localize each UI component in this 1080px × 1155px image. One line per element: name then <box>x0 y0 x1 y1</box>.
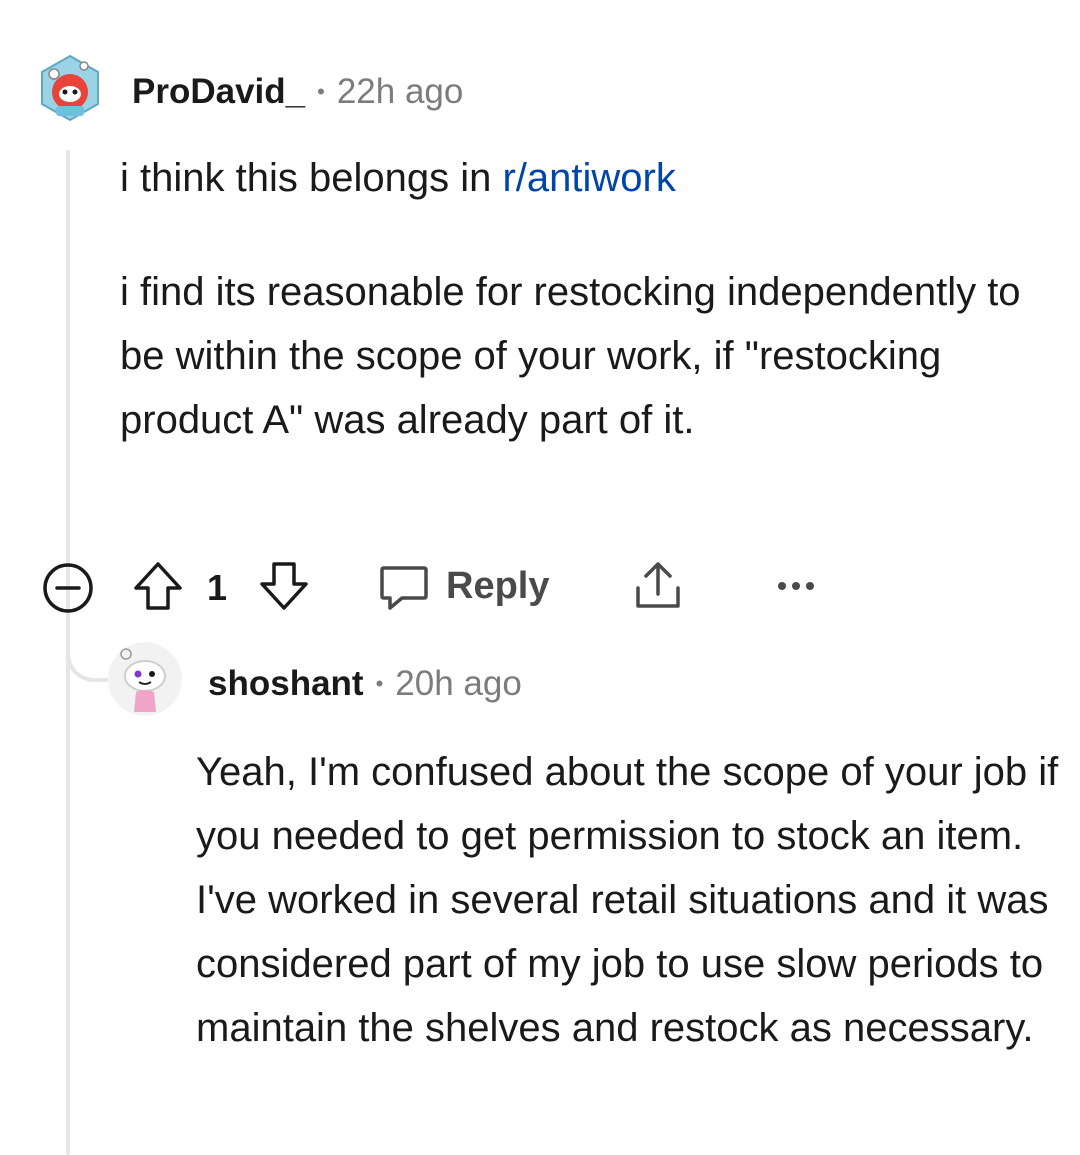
reply-body: Yeah, I'm confused about the scope of yo… <box>196 750 1059 1050</box>
reply-button[interactable]: Reply <box>376 556 556 616</box>
avatar[interactable] <box>108 642 182 716</box>
more-dots-icon <box>778 582 814 590</box>
separator-dot: • <box>375 671 384 696</box>
share-icon <box>636 562 680 608</box>
more-options-button[interactable] <box>766 556 826 616</box>
reply-branch-line <box>66 620 108 682</box>
reply-bubble-icon <box>380 566 428 610</box>
upvote-button[interactable] <box>128 556 188 616</box>
collapse-icon <box>43 563 93 613</box>
reply-label: Reply <box>446 564 550 607</box>
avatar[interactable] <box>34 52 106 124</box>
downvote-button[interactable] <box>254 556 314 616</box>
comment-header: ProDavid_ • 22h ago <box>132 70 463 114</box>
comment-paragraph: i find its reasonable for restocking ind… <box>120 270 1021 442</box>
timestamp: 20h ago <box>395 664 522 703</box>
upvote-arrow-icon <box>134 562 182 610</box>
collapse-button[interactable] <box>40 560 96 616</box>
share-button[interactable] <box>628 556 688 616</box>
snoo-avatar-icon <box>41 54 99 122</box>
comment-actions: 1 Reply <box>40 552 1040 613</box>
comment-body: i think this belongs in r/antiwork i fin… <box>120 146 1060 452</box>
reply-header: shoshant • 20h ago <box>208 662 522 706</box>
username[interactable]: ProDavid_ <box>132 72 305 112</box>
timestamp: 22h ago <box>336 72 464 111</box>
comment-paragraph: i think this belongs in r/antiwork <box>120 146 1060 210</box>
username[interactable]: shoshant <box>208 664 364 704</box>
subreddit-link[interactable]: r/antiwork <box>502 156 675 200</box>
vote-score: 1 <box>206 567 228 608</box>
separator-dot: • <box>317 79 325 104</box>
comment-text: i think this belongs in <box>120 156 503 200</box>
snoo-avatar-icon <box>108 642 182 716</box>
downvote-arrow-icon <box>260 562 308 610</box>
